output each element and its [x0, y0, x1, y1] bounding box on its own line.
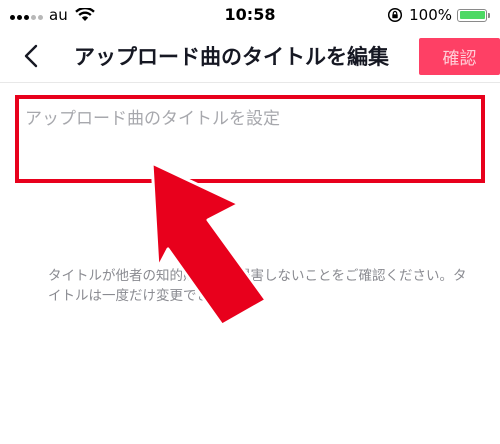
battery-fill — [459, 11, 485, 19]
helper-text: タイトルが他者の知的財産権を侵害しないことをご確認ください。タイトルは一度だけ変… — [48, 268, 467, 304]
confirm-button[interactable]: 確認 — [419, 38, 500, 75]
rotation-lock-icon — [387, 7, 403, 23]
status-right: 100% — [387, 4, 490, 26]
battery-percent: 100% — [409, 6, 452, 24]
battery-icon — [457, 8, 487, 22]
chevron-left-icon — [24, 44, 38, 68]
status-bar: au 10:58 100% — [0, 0, 500, 30]
battery-tip — [488, 12, 490, 18]
song-title-input[interactable] — [15, 95, 485, 183]
nav-bar: アップロード曲のタイトルを編集 確認 — [0, 30, 500, 83]
edit-song-title-screen: au 10:58 100% アップロード曲のタイトルを編集 確認 アップロード曲… — [0, 0, 500, 444]
back-button[interactable] — [18, 43, 44, 69]
page-title: アップロード曲のタイトルを編集 — [74, 45, 389, 69]
